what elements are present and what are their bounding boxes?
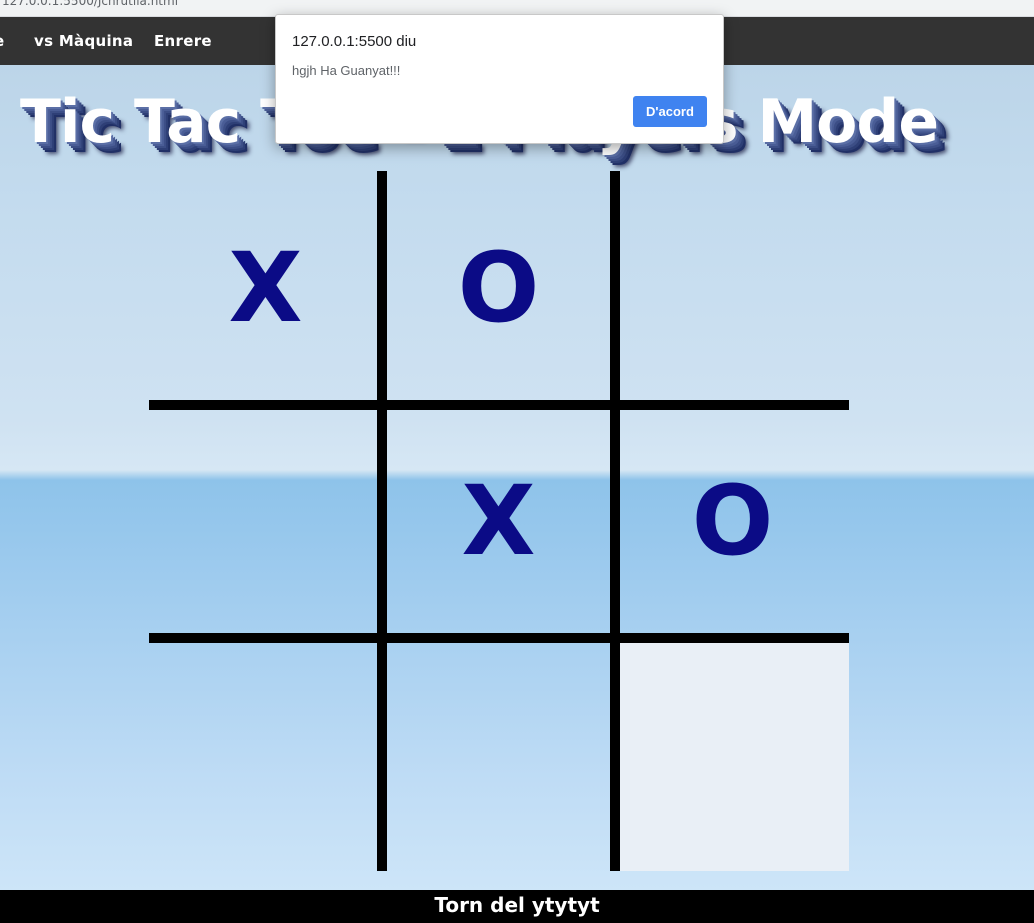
turn-status-text: Torn del ytytyt [434,893,600,917]
game-board: X O X O [149,171,849,871]
alert-ok-button[interactable]: D'acord [633,96,707,127]
board-cell-1[interactable]: X [149,171,382,404]
alert-message: hgjh Ha Guanyat!!! [292,63,401,78]
board-cell-7[interactable] [149,638,382,871]
alert-dialog: 127.0.0.1:5500 diu hgjh Ha Guanyat!!! D'… [275,14,724,144]
grid-line-horizontal-1 [149,400,849,410]
board-cell-6[interactable]: O [616,404,849,637]
board-cell-8[interactable] [382,638,615,871]
board-cell-9[interactable] [616,638,849,871]
turn-status-bar: Torn del ytytyt [0,890,1034,923]
nav-item-vs-machine[interactable]: vs Màquina [34,17,133,65]
url-text: 127.0.0.1:5500/Jcnrutila.html [2,0,179,8]
board-cell-5[interactable]: X [382,404,615,637]
grid-line-vertical-1 [377,171,387,871]
grid-line-horizontal-2 [149,633,849,643]
nav-item-back[interactable]: Enrere [154,17,212,65]
alert-origin: 127.0.0.1:5500 diu [292,33,417,50]
board-cell-3[interactable] [616,171,849,404]
board-cell-4[interactable] [149,404,382,637]
nav-item-partial[interactable]: e [0,17,4,65]
grid-line-vertical-2 [610,171,620,871]
board-cell-2[interactable]: O [382,171,615,404]
